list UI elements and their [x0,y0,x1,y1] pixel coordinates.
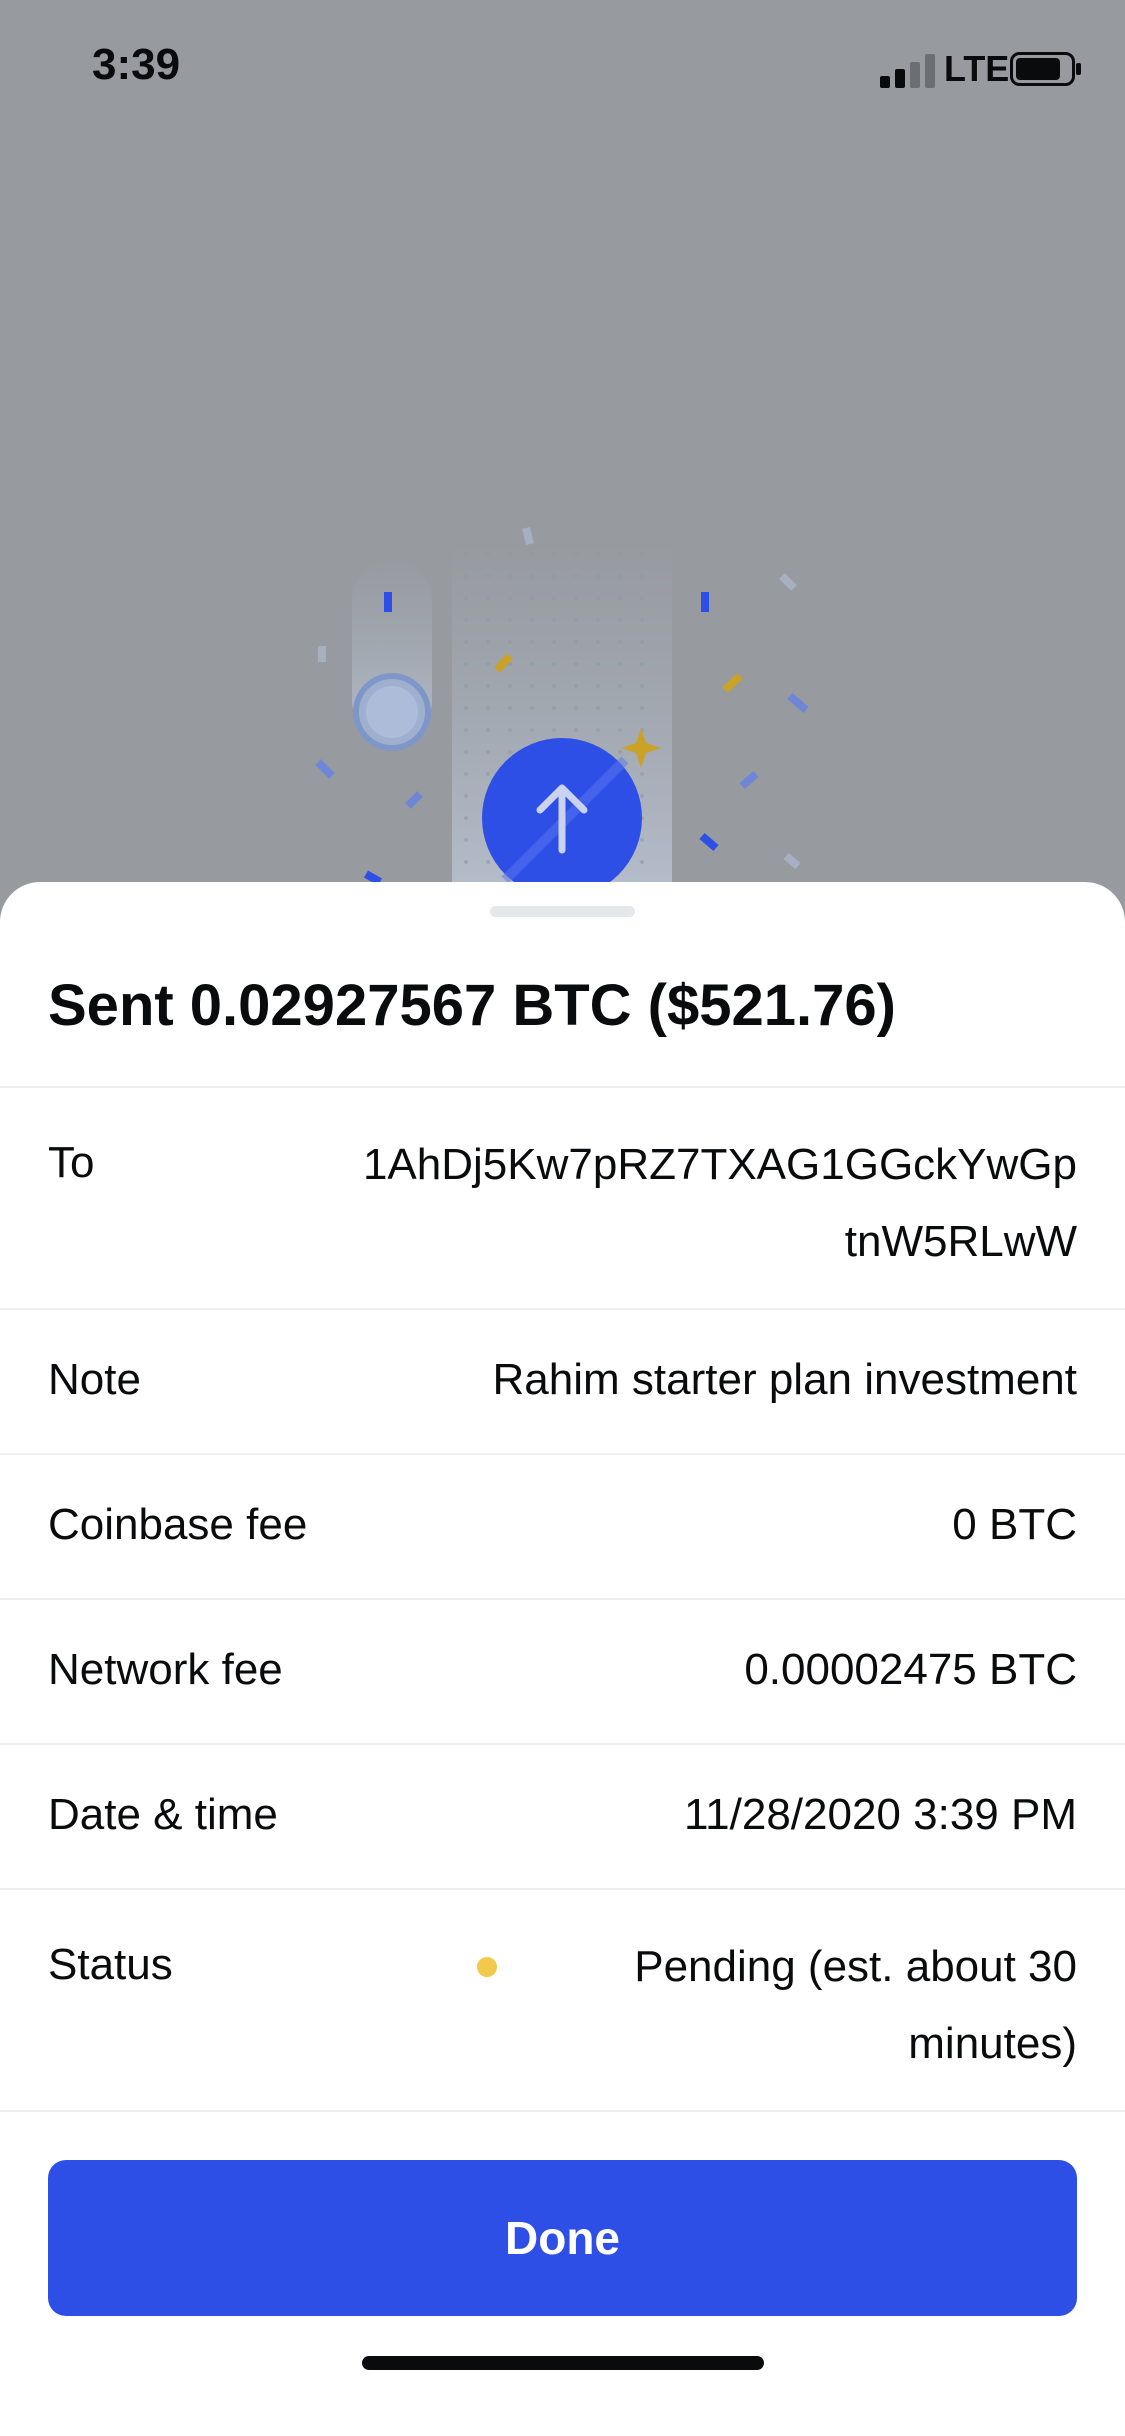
detail-row-date-time: Date & time 11/28/2020 3:39 PM [0,1745,1125,1890]
row-label: Date & time [48,1790,278,1839]
home-indicator [362,2356,764,2370]
status-time: 3:39 [92,40,181,89]
row-label: Status [48,1940,173,1989]
row-label: To [48,1138,95,1187]
battery-icon [1010,52,1081,86]
network-type: LTE [944,48,1010,89]
detail-row-to: To 1AhDj5Kw7pRZ7TXAG1GGckYwGptnW5RLwW [0,1088,1125,1310]
recipient-address[interactable]: 1AhDj5Kw7pRZ7TXAG1GGckYwGptnW5RLwW [357,1126,1077,1280]
note-value: Rahim starter plan investment [492,1355,1077,1404]
status-text: Pending (est. about 30 minutes) [634,1942,1077,2068]
network-fee-value: 0.00002475 BTC [744,1645,1077,1694]
done-button[interactable]: Done [48,2160,1077,2316]
row-label: Network fee [48,1645,283,1694]
transaction-title: Sent 0.02927567 BTC ($521.76) [48,973,896,1038]
coinbase-fee-value: 0 BTC [952,1500,1077,1549]
status-bar: 3:39 LTE [0,0,1125,140]
detail-row-note: Note Rahim starter plan investment [0,1310,1125,1455]
sheet-grabber[interactable] [490,906,635,917]
transaction-sheet: Sent 0.02927567 BTC ($521.76) To 1AhDj5K… [0,882,1125,2436]
transaction-details: To 1AhDj5Kw7pRZ7TXAG1GGckYwGptnW5RLwW No… [0,1086,1125,2112]
status-value: Pending (est. about 30 minutes) [477,1928,1077,2082]
send-illustration [315,527,809,898]
row-label: Coinbase fee [48,1500,308,1549]
detail-row-coinbase-fee: Coinbase fee 0 BTC [0,1455,1125,1600]
row-label: Note [48,1355,141,1404]
date-time-value: 11/28/2020 3:39 PM [683,1790,1077,1839]
detail-row-status: Status Pending (est. about 30 minutes) [0,1890,1125,2112]
pending-status-dot-icon [477,1957,497,1977]
detail-row-network-fee: Network fee 0.00002475 BTC [0,1600,1125,1745]
signal-icon [880,54,935,88]
